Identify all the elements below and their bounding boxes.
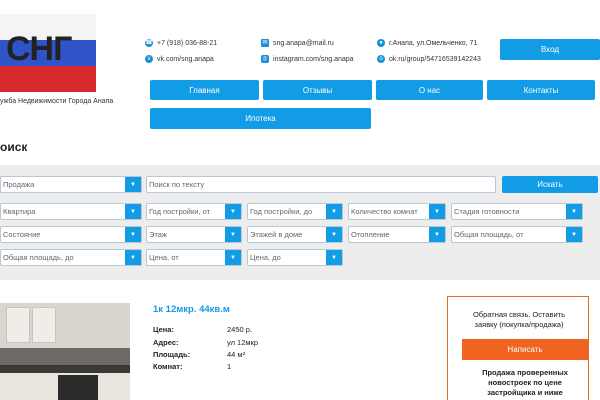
filter-year-to[interactable]: Год постройки, до ▼ <box>247 203 343 220</box>
chevron-down-icon: ▼ <box>429 227 445 242</box>
deal-type-value: Продажа <box>3 180 35 189</box>
listing-field-label: Комнат: <box>153 362 183 371</box>
chevron-down-icon: ▼ <box>326 250 342 265</box>
listing-field-value: ул 12мкр <box>227 338 258 347</box>
ok-icon: o <box>377 55 385 63</box>
filter-heating[interactable]: Отопление ▼ <box>348 226 446 243</box>
listing-field-label: Цена: <box>153 325 174 334</box>
filter-label: Стадия готовности <box>454 207 520 216</box>
filter-year-from[interactable]: Год постройки, от ▼ <box>146 203 242 220</box>
mail-icon: ✉ <box>261 39 269 47</box>
chevron-down-icon: ▼ <box>225 250 241 265</box>
contact-address-text: г.Анапа, ул.Омельченко, 71 <box>389 39 478 47</box>
chevron-down-icon: ▼ <box>566 227 582 242</box>
contact-email[interactable]: ✉ sng.anapa@mail.ru <box>261 39 334 47</box>
chevron-down-icon: ▼ <box>429 204 445 219</box>
filter-label: Общая площадь, от <box>454 230 524 239</box>
chevron-down-icon: ▼ <box>125 250 141 265</box>
filter-property-type[interactable]: Квартира ▼ <box>0 203 142 220</box>
filter-label: Общая площадь, до <box>3 253 74 262</box>
search-text-placeholder: Поиск по тексту <box>149 180 205 189</box>
filter-area-to[interactable]: Общая площадь, до ▼ <box>0 249 142 266</box>
contact-ok-text: ok.ru/group/54716539142243 <box>389 55 481 63</box>
listing-title[interactable]: 1к 12мкр. 44кв.м <box>153 304 230 315</box>
contact-instagram[interactable]: ◎ instagram.com/sng.anapa <box>261 55 354 63</box>
chevron-down-icon: ▼ <box>125 177 141 192</box>
filter-price-to[interactable]: Цена, до ▼ <box>247 249 343 266</box>
contact-vk[interactable]: v vk.com/sng.anapa <box>145 55 214 63</box>
vk-icon: v <box>145 55 153 63</box>
deal-type-select[interactable]: Продажа ▼ <box>0 176 142 193</box>
nav-mortgage[interactable]: Ипотека <box>150 108 371 129</box>
filter-floor[interactable]: Этаж ▼ <box>146 226 242 243</box>
contact-instagram-text: instagram.com/sng.anapa <box>273 55 354 63</box>
logo-tagline: ужба Недвижимости Города Анапа <box>0 98 114 105</box>
chevron-down-icon: ▼ <box>225 227 241 242</box>
nav-home[interactable]: Главная <box>150 80 259 100</box>
listing-field-value: 2450 р. <box>227 325 253 334</box>
search-text-input[interactable]: Поиск по тексту <box>146 176 496 193</box>
filter-label: Цена, до <box>250 253 281 262</box>
filter-price-from[interactable]: Цена, от ▼ <box>146 249 242 266</box>
contact-email-text: sng.anapa@mail.ru <box>273 39 334 47</box>
contact-ok[interactable]: o ok.ru/group/54716539142243 <box>377 55 481 63</box>
listing-field-value: 1 <box>227 362 232 371</box>
listing-field-label: Площадь: <box>153 350 191 359</box>
instagram-icon: ◎ <box>261 55 269 63</box>
filter-readiness[interactable]: Стадия готовности ▼ <box>451 203 583 220</box>
feedback-title: Обратная связь. Оставить заявку (покупка… <box>472 310 566 329</box>
contact-phone-text: +7 (918) 036-88-21 <box>157 39 218 47</box>
listing-field-label: Адрес: <box>153 338 179 347</box>
logo-text: СНГ <box>6 30 72 68</box>
nav-about[interactable]: О нас <box>376 80 483 100</box>
listing-field-value: 44 м² <box>227 350 246 359</box>
login-button[interactable]: Вход <box>500 39 600 60</box>
map-pin-icon: ● <box>377 39 385 47</box>
nav-contacts[interactable]: Контакты <box>487 80 595 100</box>
filter-label: Количество комнат <box>351 207 418 216</box>
chevron-down-icon: ▼ <box>326 227 342 242</box>
phone-icon: ☎ <box>145 39 153 47</box>
filter-label: Цена, от <box>149 253 179 262</box>
filter-label: Этажей в доме <box>250 230 303 239</box>
chevron-down-icon: ▼ <box>566 204 582 219</box>
chevron-down-icon: ▼ <box>225 204 241 219</box>
nav-reviews[interactable]: Отзывы <box>263 80 372 100</box>
write-button[interactable]: Написать <box>462 339 588 360</box>
listing-photo[interactable] <box>0 303 130 400</box>
chevron-down-icon: ▼ <box>125 227 141 242</box>
filter-label: Отопление <box>351 230 390 239</box>
contact-address[interactable]: ● г.Анапа, ул.Омельченко, 71 <box>377 39 477 47</box>
feedback-text: Продажа проверенных новостроек по цене з… <box>482 368 568 397</box>
contact-phone[interactable]: ☎ +7 (918) 036-88-21 <box>145 39 217 47</box>
contact-vk-text: vk.com/sng.anapa <box>157 55 214 63</box>
chevron-down-icon: ▼ <box>125 204 141 219</box>
filter-rooms[interactable]: Количество комнат ▼ <box>348 203 446 220</box>
filter-area-from[interactable]: Общая площадь, от ▼ <box>451 226 583 243</box>
chevron-down-icon: ▼ <box>326 204 342 219</box>
search-button[interactable]: Искать <box>502 176 598 193</box>
filter-label: Квартира <box>3 207 36 216</box>
filter-label: Год постройки, от <box>149 207 211 216</box>
filter-label: Год постройки, до <box>250 207 313 216</box>
search-heading: оиск <box>0 140 28 154</box>
filter-condition[interactable]: Состояние ▼ <box>0 226 142 243</box>
filter-label: Этаж <box>149 230 167 239</box>
filter-label: Состояние <box>3 230 41 239</box>
filter-floors-total[interactable]: Этажей в доме ▼ <box>247 226 343 243</box>
